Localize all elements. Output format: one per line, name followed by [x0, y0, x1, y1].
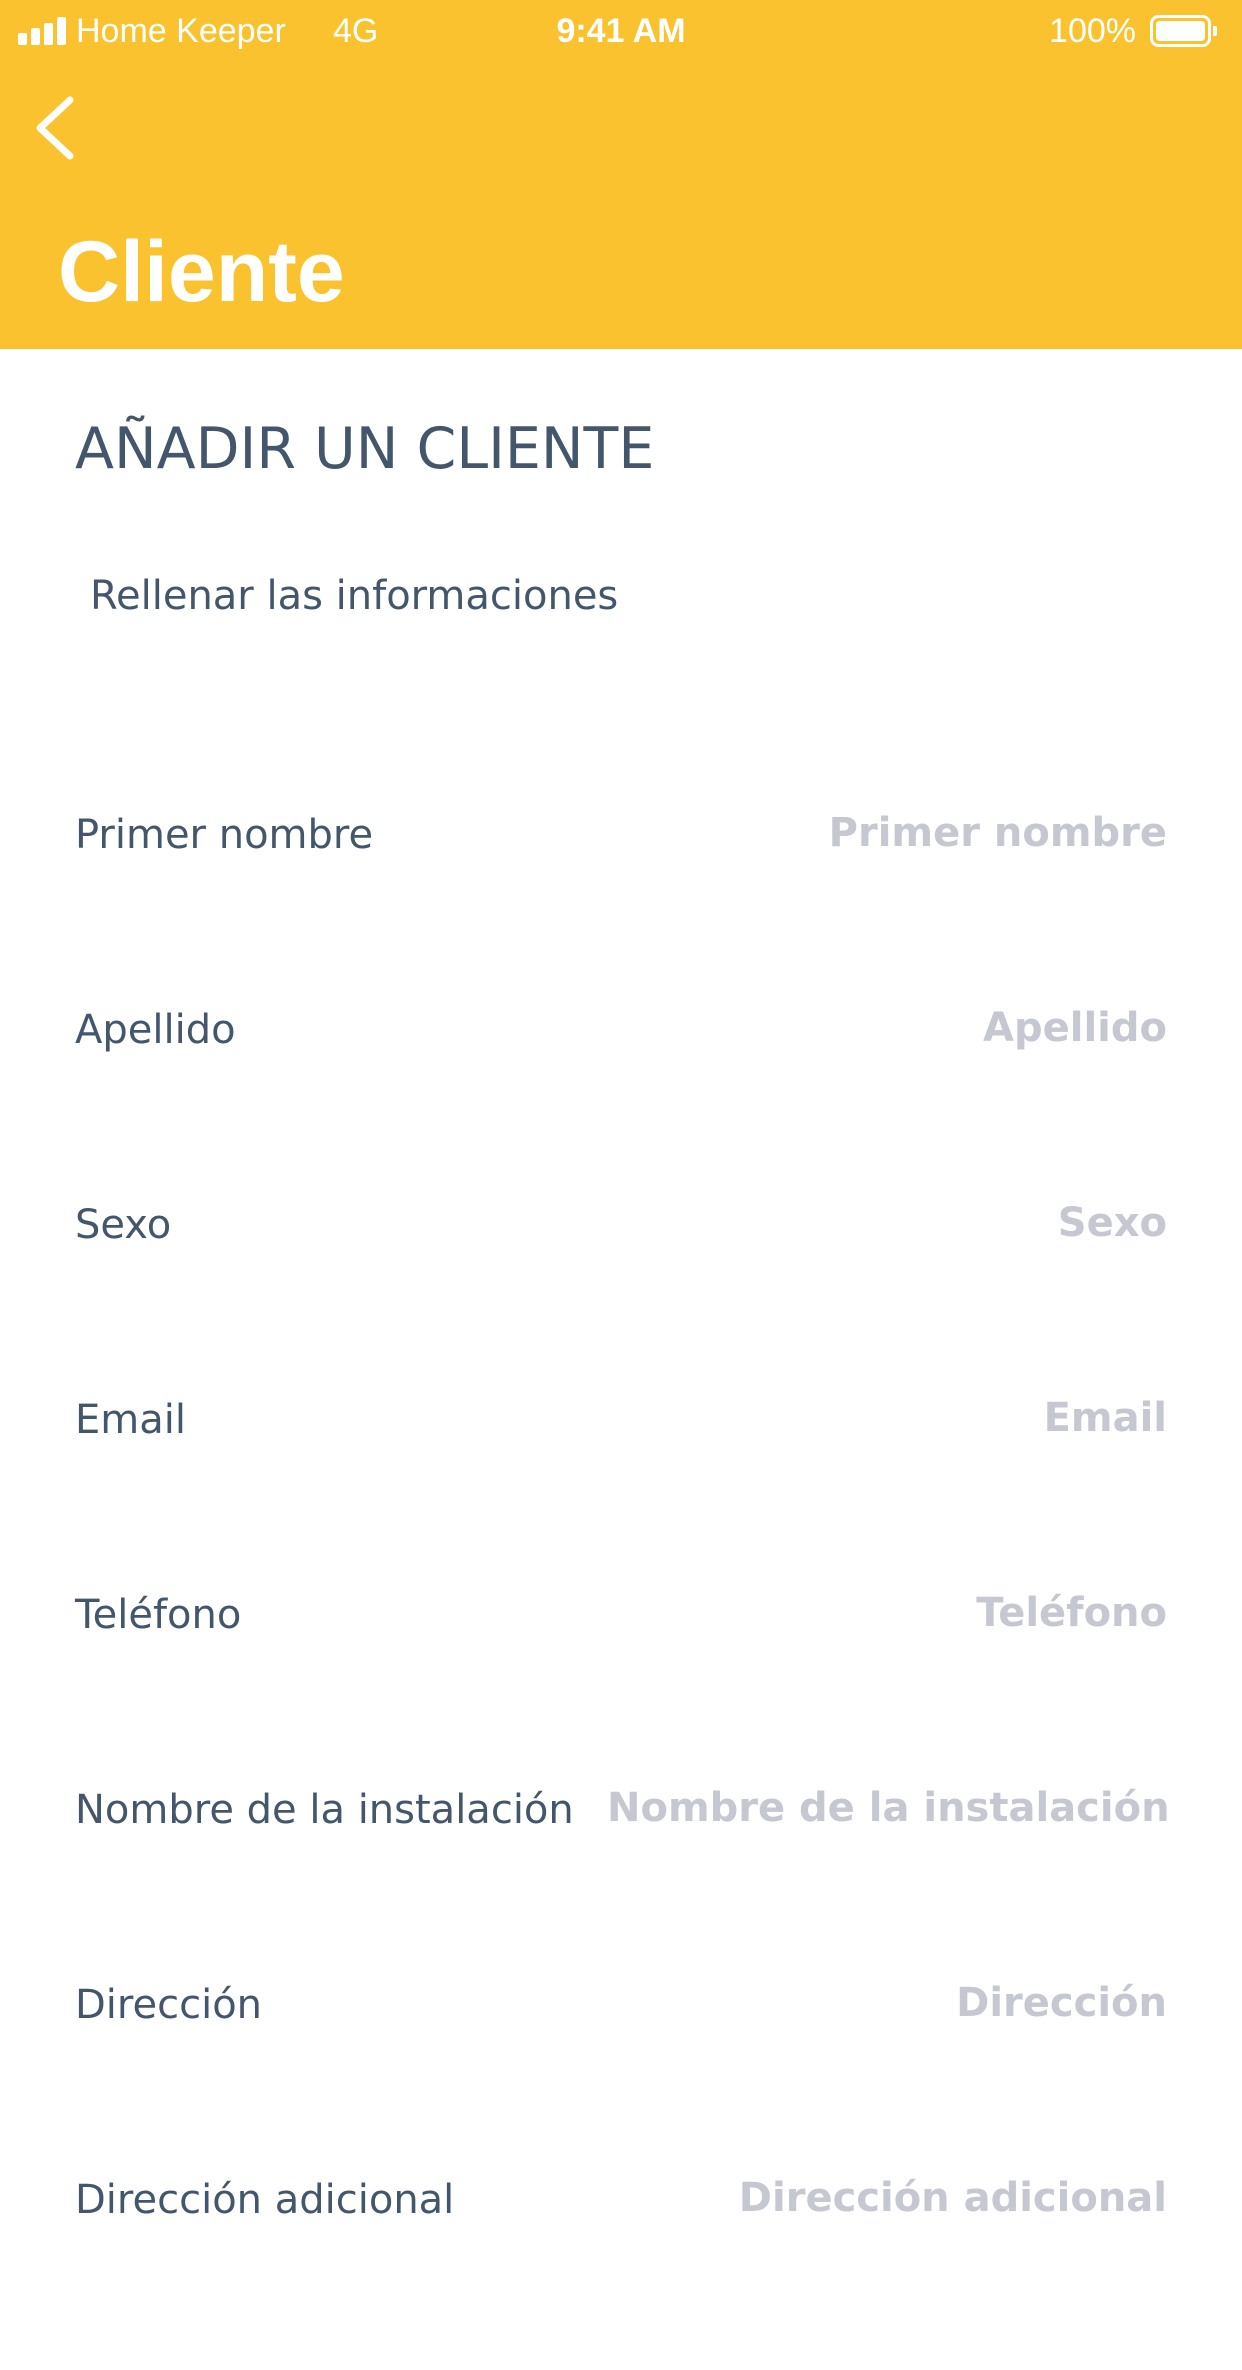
installation-name-input[interactable]	[607, 1781, 1167, 1835]
first-name-label: Primer nombre	[75, 812, 374, 858]
phone-label: Teléfono	[75, 1592, 242, 1638]
installation-name-label: Nombre de la instalación	[75, 1787, 574, 1833]
first-name-input[interactable]	[607, 806, 1167, 860]
section-subtitle: Rellenar las informaciones	[90, 573, 619, 619]
chevron-left-icon	[36, 96, 74, 160]
address-label: Dirección	[75, 1982, 263, 2028]
sex-label: Sexo	[75, 1202, 172, 1248]
last-name-label: Apellido	[75, 1007, 236, 1053]
form-row-email: Email	[0, 1391, 1242, 1590]
app-header: Home Keeper 4G 9:41 AM 100% Cliente	[0, 0, 1242, 349]
page-title: Cliente	[58, 224, 345, 320]
email-label: Email	[75, 1397, 186, 1443]
form-row-first-name: Primer nombre	[0, 806, 1242, 1005]
form-row-additional-address: Dirección adicional	[0, 2171, 1242, 2370]
additional-address-label: Dirección adicional	[75, 2177, 455, 2223]
form-row-address: Dirección	[0, 1976, 1242, 2175]
email-input[interactable]	[607, 1391, 1167, 1445]
sex-input[interactable]	[607, 1196, 1167, 1250]
address-input[interactable]	[607, 1976, 1167, 2030]
form-row-sex: Sexo	[0, 1196, 1242, 1395]
phone-input[interactable]	[607, 1586, 1167, 1640]
battery-icon	[1150, 15, 1217, 47]
section-title: AÑADIR UN CLIENTE	[75, 416, 655, 482]
status-bar: Home Keeper 4G 9:41 AM 100%	[0, 0, 1242, 62]
form-row-phone: Teléfono	[0, 1586, 1242, 1785]
last-name-input[interactable]	[607, 1001, 1167, 1055]
back-button[interactable]	[22, 86, 92, 170]
battery-percentage: 100%	[1049, 12, 1136, 50]
form-row-last-name: Apellido	[0, 1001, 1242, 1200]
additional-address-input[interactable]	[607, 2171, 1167, 2225]
form-row-installation-name: Nombre de la instalación	[0, 1781, 1242, 1980]
